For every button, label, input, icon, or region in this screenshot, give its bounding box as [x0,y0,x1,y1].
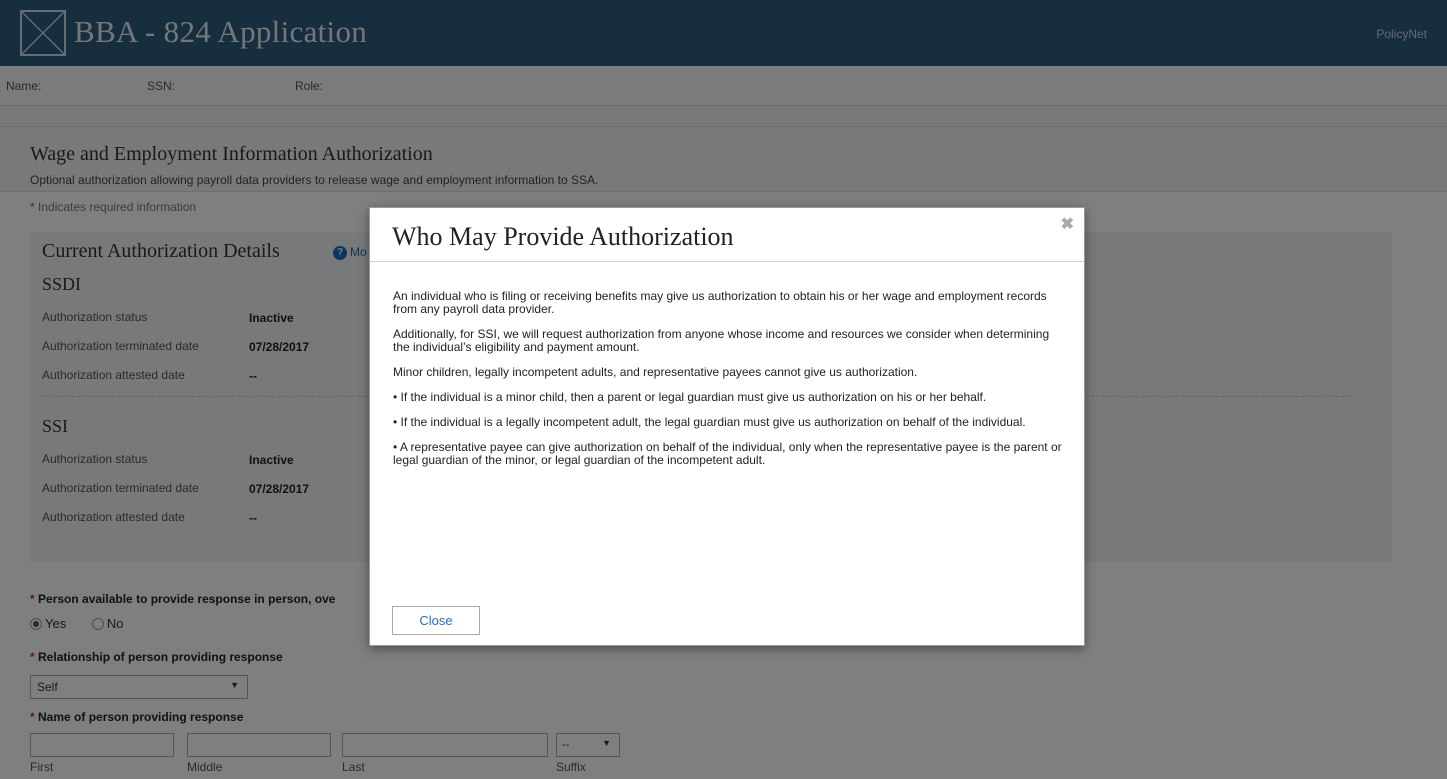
modal-title: Who May Provide Authorization [392,222,734,251]
modal-divider [370,261,1084,262]
authorization-modal: Who May Provide Authorization ✖ An indiv… [369,207,1085,646]
modal-paragraph: • A representative payee can give author… [393,440,1062,467]
modal-paragraph: An individual who is filing or receiving… [393,289,1047,316]
modal-body: An individual who is filing or receiving… [393,290,1065,479]
modal-paragraph: Minor children, legally incompetent adul… [393,365,918,379]
modal-paragraph: Additionally, for SSI, we will request a… [393,327,1050,354]
modal-paragraph: • If the individual is a minor child, th… [393,390,987,404]
close-icon[interactable]: ✖ [1061,214,1074,234]
modal-paragraph: • If the individual is a legally incompe… [393,415,1026,429]
close-button[interactable]: Close [392,606,480,635]
